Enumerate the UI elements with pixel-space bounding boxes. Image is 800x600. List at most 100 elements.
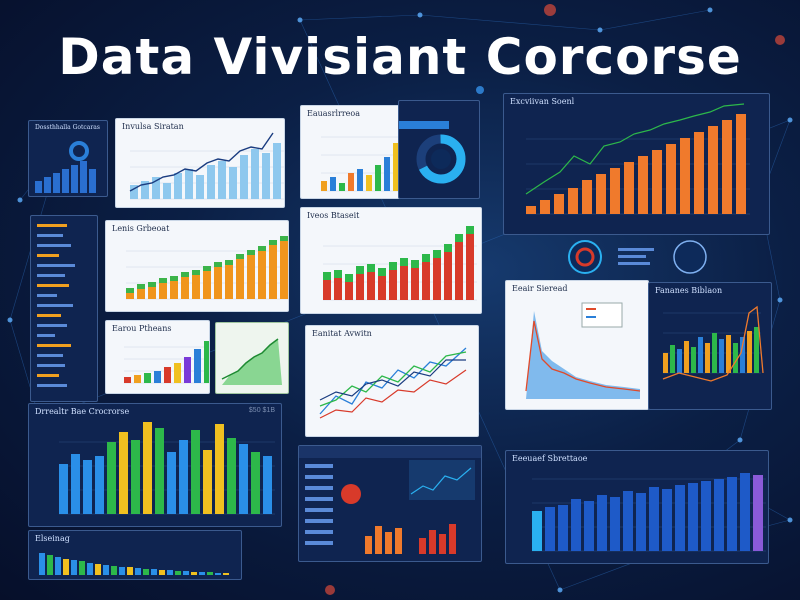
panel-multi-line[interactable]: Eanitat Avwitn bbox=[305, 325, 479, 437]
bar bbox=[262, 153, 270, 199]
bar bbox=[37, 274, 65, 277]
bar bbox=[184, 357, 191, 383]
bar bbox=[269, 245, 277, 299]
bar bbox=[240, 155, 248, 199]
menu-item bbox=[305, 475, 333, 479]
bar bbox=[366, 175, 372, 191]
glow-dot bbox=[544, 4, 556, 16]
bar bbox=[83, 460, 92, 514]
network-node bbox=[297, 17, 303, 23]
bar bbox=[95, 564, 101, 575]
bar bbox=[365, 536, 372, 554]
bar bbox=[37, 304, 73, 307]
bar bbox=[444, 252, 452, 300]
bar bbox=[339, 183, 345, 191]
bar bbox=[526, 206, 536, 214]
bar bbox=[95, 456, 104, 514]
mini-dashboard bbox=[299, 446, 481, 554]
bar bbox=[753, 475, 763, 551]
bar bbox=[225, 265, 233, 299]
glow-dot bbox=[325, 585, 335, 595]
bar bbox=[126, 293, 134, 299]
bar bbox=[203, 450, 212, 514]
bar bbox=[375, 526, 382, 554]
bar bbox=[466, 234, 474, 300]
bar bbox=[207, 572, 213, 575]
bar-cap bbox=[170, 276, 178, 281]
menu-item bbox=[305, 519, 333, 523]
panel-green-area[interactable] bbox=[215, 322, 289, 394]
bar bbox=[37, 244, 71, 247]
bar bbox=[675, 485, 685, 551]
panel-mixed-bars[interactable]: Eauasrlrreoa bbox=[300, 105, 402, 199]
network-link bbox=[559, 559, 641, 591]
bar bbox=[47, 555, 53, 575]
bar bbox=[148, 287, 156, 299]
panel-bottom-strip[interactable]: Elseinag bbox=[28, 530, 242, 580]
bar-cap bbox=[126, 288, 134, 293]
avatar bbox=[341, 484, 361, 504]
bar bbox=[558, 505, 568, 551]
bar bbox=[119, 567, 125, 575]
bar bbox=[103, 565, 109, 575]
donut-center bbox=[431, 149, 451, 169]
bar bbox=[137, 289, 145, 299]
panel-dark-mixed[interactable]: Fananes Biblaon bbox=[648, 282, 772, 410]
bar bbox=[345, 282, 353, 300]
panel-red-green-bars[interactable]: Iveos Btaseit bbox=[300, 207, 482, 314]
bar bbox=[229, 167, 237, 199]
menu-item bbox=[305, 530, 333, 534]
panel-color-bars[interactable]: Earou Ptheans bbox=[105, 320, 210, 394]
bar bbox=[174, 363, 181, 383]
panel-overview-gauge[interactable]: Dossthhalla Gotcaras bbox=[28, 120, 108, 197]
bar bbox=[691, 347, 696, 373]
bar-cap bbox=[137, 284, 145, 289]
bar-cap bbox=[269, 240, 277, 245]
bar bbox=[44, 177, 51, 193]
panel-trend-bars[interactable]: Invulsa Siratan bbox=[115, 118, 285, 208]
network-node bbox=[417, 12, 423, 18]
bar bbox=[714, 479, 724, 551]
bar bbox=[143, 569, 149, 575]
series-line bbox=[319, 351, 467, 407]
bar-line-chart bbox=[129, 132, 284, 200]
panel-mini-dashboard[interactable] bbox=[298, 445, 482, 562]
growth-bar-chart bbox=[525, 103, 750, 215]
panel-ranked-list[interactable] bbox=[30, 215, 98, 402]
panel-growth-bars[interactable]: Excviivan Soenl bbox=[503, 93, 770, 235]
panel-blue-bars[interactable]: Eeeuaef Sbrettaoe bbox=[505, 450, 769, 564]
bar bbox=[71, 454, 80, 514]
bar-cap bbox=[323, 272, 331, 280]
legend-swatch bbox=[586, 308, 596, 310]
bar bbox=[159, 570, 165, 575]
mixed-bar-chart bbox=[321, 136, 401, 192]
strip-bar-chart bbox=[39, 553, 229, 575]
bar bbox=[740, 473, 750, 551]
bar bbox=[330, 177, 336, 191]
panel-multicolor-bars[interactable]: Drrealtr Bae Crocrorse $50 $1B bbox=[28, 403, 282, 527]
multicolor-bar-chart bbox=[59, 422, 275, 515]
area-fill bbox=[222, 339, 282, 385]
bar bbox=[191, 430, 200, 514]
menu-item bbox=[305, 497, 333, 501]
panel-blue-area[interactable]: Eeair Sieread bbox=[505, 280, 649, 410]
bar bbox=[680, 138, 690, 214]
panel-donut[interactable] bbox=[398, 100, 480, 199]
bar bbox=[71, 165, 78, 193]
bar bbox=[185, 169, 193, 199]
bar bbox=[545, 507, 555, 551]
panel-orange-bars[interactable]: Lenis Grbeoat bbox=[105, 220, 289, 312]
bar bbox=[663, 353, 668, 373]
bar-cap bbox=[334, 270, 342, 278]
gauge-bar-chart bbox=[35, 141, 96, 193]
network-node bbox=[7, 317, 13, 323]
bar-cap bbox=[411, 260, 419, 268]
bar bbox=[610, 168, 620, 214]
bar bbox=[348, 173, 354, 191]
bar bbox=[708, 126, 718, 214]
donut-chart bbox=[399, 121, 466, 184]
bar-cap bbox=[444, 244, 452, 252]
bar-cap bbox=[455, 234, 463, 242]
highlight-bar bbox=[399, 121, 449, 129]
bar bbox=[701, 481, 711, 551]
